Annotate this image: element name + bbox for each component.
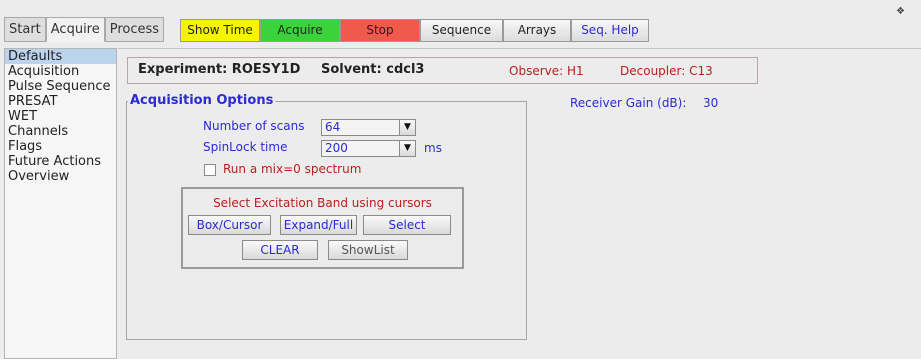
clear-button[interactable]: CLEAR bbox=[242, 240, 318, 260]
spinlock-value: 200 bbox=[325, 141, 348, 155]
nav-item-presat[interactable]: PRESAT bbox=[5, 94, 116, 109]
nav-item-future-actions[interactable]: Future Actions bbox=[5, 154, 116, 169]
spinlock-select[interactable]: 200 ▼ bbox=[321, 140, 416, 157]
nav-item-pulse-sequence[interactable]: Pulse Sequence bbox=[5, 79, 116, 94]
spinlock-label: SpinLock time bbox=[203, 140, 288, 154]
observe-label: Observe: H1 bbox=[509, 64, 584, 78]
top-toolbar: Start Acquire Process Show Time Acquire … bbox=[0, 0, 921, 48]
nav-item-flags[interactable]: Flags bbox=[5, 139, 116, 154]
tab-acquire[interactable]: Acquire bbox=[45, 17, 105, 42]
left-navigation: Defaults Acquisition Pulse Sequence PRES… bbox=[4, 48, 117, 359]
mix-checkbox[interactable] bbox=[204, 164, 216, 176]
expand-full-button[interactable]: Expand/Full bbox=[280, 215, 357, 235]
vnmrj-acquire-window: Start Acquire Process Show Time Acquire … bbox=[0, 0, 921, 359]
solvent-label: Solvent: cdcl3 bbox=[321, 62, 425, 77]
acquisition-options-group: Number of scans 64 ▼ SpinLock time 200 ▼… bbox=[126, 101, 527, 340]
excitation-band-group: Select Excitation Band using cursors Box… bbox=[181, 187, 464, 269]
main-tabs: Start Acquire Process bbox=[4, 17, 165, 42]
action-toolbar: Show Time Acquire Stop Sequence Arrays S… bbox=[180, 19, 649, 42]
window-corner-icon[interactable]: ❖ bbox=[896, 6, 905, 17]
nav-item-wet[interactable]: WET bbox=[5, 109, 116, 124]
seq-help-button[interactable]: Seq. Help bbox=[571, 19, 649, 42]
acquire-button[interactable]: Acquire bbox=[260, 19, 340, 42]
scans-select[interactable]: 64 ▼ bbox=[321, 119, 416, 136]
sequence-button[interactable]: Sequence bbox=[420, 19, 503, 42]
box-cursor-button[interactable]: Box/Cursor bbox=[188, 215, 271, 235]
nav-item-acquisition[interactable]: Acquisition bbox=[5, 64, 116, 79]
arrays-button[interactable]: Arrays bbox=[503, 19, 571, 42]
defaults-panel: Experiment: ROESY1D Solvent: cdcl3 Obser… bbox=[118, 48, 921, 359]
experiment-label: Experiment: ROESY1D bbox=[138, 62, 301, 77]
tab-process[interactable]: Process bbox=[104, 17, 165, 42]
band-title: Select Excitation Band using cursors bbox=[213, 196, 432, 210]
spinlock-unit: ms bbox=[424, 141, 442, 155]
nav-item-overview[interactable]: Overview bbox=[5, 169, 116, 184]
nav-item-channels[interactable]: Channels bbox=[5, 124, 116, 139]
decoupler-label: Decoupler: C13 bbox=[620, 64, 713, 78]
select-button[interactable]: Select bbox=[363, 215, 451, 235]
chevron-down-icon: ▼ bbox=[399, 120, 415, 135]
receiver-gain-value: 30 bbox=[703, 96, 719, 110]
scans-label: Number of scans bbox=[203, 119, 305, 133]
mix-label: Run a mix=0 spectrum bbox=[223, 162, 362, 176]
show-time-button[interactable]: Show Time bbox=[180, 19, 260, 42]
experiment-header: Experiment: ROESY1D Solvent: cdcl3 Obser… bbox=[127, 57, 758, 84]
showlist-button[interactable]: ShowList bbox=[328, 240, 408, 260]
receiver-gain-label: Receiver Gain (dB): bbox=[570, 96, 687, 110]
tab-start[interactable]: Start bbox=[4, 17, 46, 42]
nav-item-defaults[interactable]: Defaults bbox=[5, 49, 116, 64]
chevron-down-icon: ▼ bbox=[399, 141, 415, 156]
stop-button[interactable]: Stop bbox=[340, 19, 420, 42]
scans-value: 64 bbox=[325, 120, 341, 134]
acquisition-options-title: Acquisition Options bbox=[128, 93, 276, 108]
